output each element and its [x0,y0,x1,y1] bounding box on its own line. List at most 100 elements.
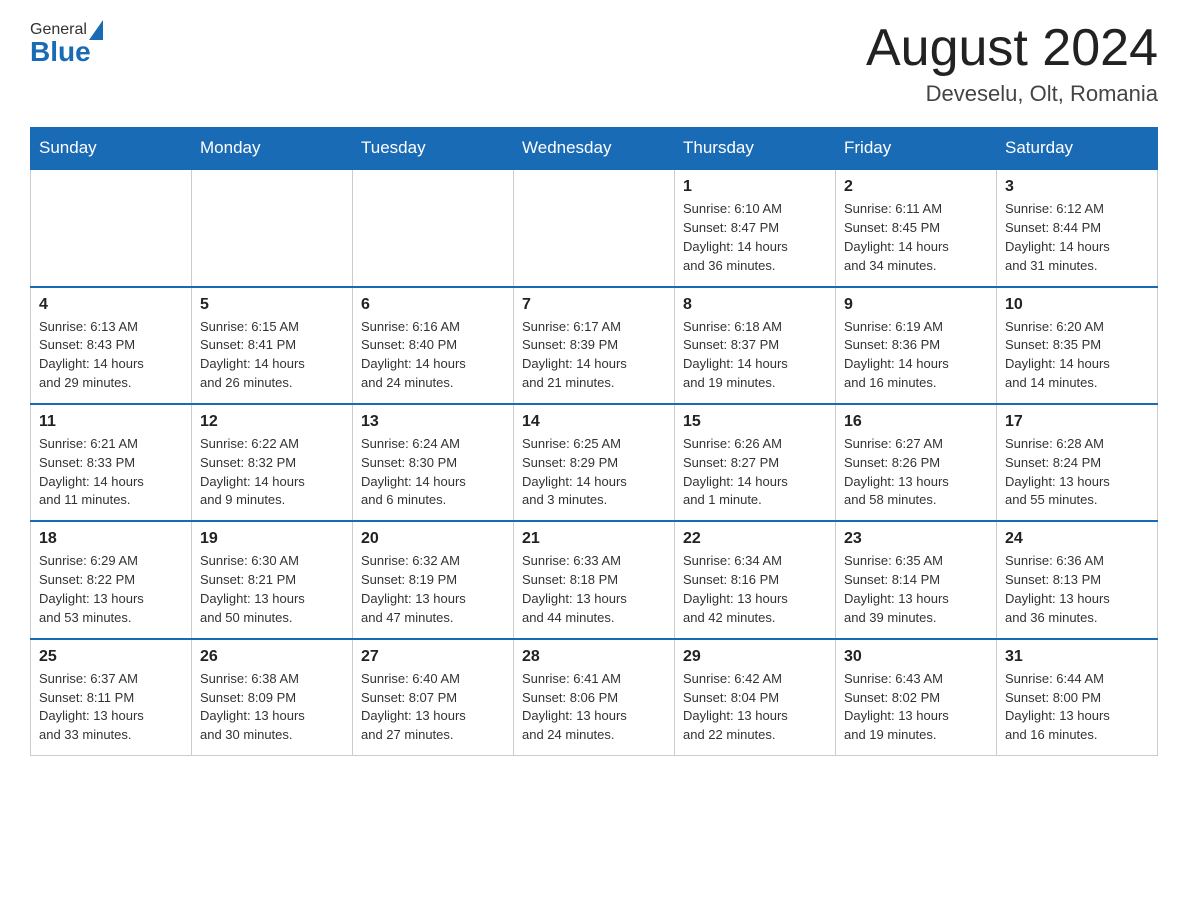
day-number: 29 [683,648,827,666]
calendar-cell: 28 Sunrise: 6:41 AM Sunset: 8:06 PM Dayli… [514,639,675,756]
calendar-cell: 4 Sunrise: 6:13 AM Sunset: 8:43 PM Daylig… [31,287,192,404]
calendar-cell [192,169,353,286]
day-info: Sunrise: 6:17 AM Sunset: 8:39 PM Dayligh… [522,318,666,393]
day-info: Sunrise: 6:21 AM Sunset: 8:33 PM Dayligh… [39,435,183,510]
day-info: Sunrise: 6:43 AM Sunset: 8:02 PM Dayligh… [844,670,988,745]
calendar-cell: 3 Sunrise: 6:12 AM Sunset: 8:44 PM Daylig… [997,169,1158,286]
day-number: 7 [522,296,666,314]
logo-triangle-icon [89,20,103,40]
calendar-cell: 13Sunrise: 6:24 AM Sunset: 8:30 PM Dayli… [353,404,514,521]
day-info: Sunrise: 6:20 AM Sunset: 8:35 PM Dayligh… [1005,318,1149,393]
day-info: Sunrise: 6:26 AM Sunset: 8:27 PM Dayligh… [683,435,827,510]
day-number: 8 [683,296,827,314]
day-info: Sunrise: 6:30 AM Sunset: 8:21 PM Dayligh… [200,552,344,627]
calendar-cell: 6 Sunrise: 6:16 AM Sunset: 8:40 PM Daylig… [353,287,514,404]
day-number: 23 [844,530,988,548]
calendar-table: SundayMondayTuesdayWednesdayThursdayFrid… [30,127,1158,756]
calendar-cell [353,169,514,286]
title-block: August 2024 Deveselu, Olt, Romania [866,20,1158,107]
day-number: 16 [844,413,988,431]
day-number: 30 [844,648,988,666]
day-info: Sunrise: 6:11 AM Sunset: 8:45 PM Dayligh… [844,200,988,275]
day-number: 28 [522,648,666,666]
day-number: 2 [844,178,988,196]
day-number: 31 [1005,648,1149,666]
day-number: 10 [1005,296,1149,314]
day-number: 20 [361,530,505,548]
day-number: 14 [522,413,666,431]
calendar-header-friday: Friday [836,128,997,170]
calendar-cell [31,169,192,286]
day-info: Sunrise: 6:33 AM Sunset: 8:18 PM Dayligh… [522,552,666,627]
day-info: Sunrise: 6:25 AM Sunset: 8:29 PM Dayligh… [522,435,666,510]
day-info: Sunrise: 6:15 AM Sunset: 8:41 PM Dayligh… [200,318,344,393]
day-number: 3 [1005,178,1149,196]
calendar-cell: 2 Sunrise: 6:11 AM Sunset: 8:45 PM Daylig… [836,169,997,286]
calendar-week-row: 1 Sunrise: 6:10 AM Sunset: 8:47 PM Daylig… [31,169,1158,286]
calendar-header-wednesday: Wednesday [514,128,675,170]
day-number: 24 [1005,530,1149,548]
day-number: 5 [200,296,344,314]
calendar-week-row: 4 Sunrise: 6:13 AM Sunset: 8:43 PM Daylig… [31,287,1158,404]
calendar-cell: 22Sunrise: 6:34 AM Sunset: 8:16 PM Dayli… [675,521,836,638]
calendar-cell: 16Sunrise: 6:27 AM Sunset: 8:26 PM Dayli… [836,404,997,521]
calendar-cell: 23Sunrise: 6:35 AM Sunset: 8:14 PM Dayli… [836,521,997,638]
calendar-cell: 18 Sunrise: 6:29 AM Sunset: 8:22 PM Dayli… [31,521,192,638]
calendar-cell: 5 Sunrise: 6:15 AM Sunset: 8:41 PM Daylig… [192,287,353,404]
day-info: Sunrise: 6:29 AM Sunset: 8:22 PM Dayligh… [39,552,183,627]
day-info: Sunrise: 6:12 AM Sunset: 8:44 PM Dayligh… [1005,200,1149,275]
calendar-cell: 1 Sunrise: 6:10 AM Sunset: 8:47 PM Daylig… [675,169,836,286]
calendar-cell: 11 Sunrise: 6:21 AM Sunset: 8:33 PM Dayli… [31,404,192,521]
day-number: 21 [522,530,666,548]
day-number: 27 [361,648,505,666]
calendar-cell: 30 Sunrise: 6:43 AM Sunset: 8:02 PM Dayli… [836,639,997,756]
day-number: 17 [1005,413,1149,431]
calendar-cell: 15 Sunrise: 6:26 AM Sunset: 8:27 PM Dayli… [675,404,836,521]
calendar-header-saturday: Saturday [997,128,1158,170]
day-info: Sunrise: 6:19 AM Sunset: 8:36 PM Dayligh… [844,318,988,393]
calendar-header-sunday: Sunday [31,128,192,170]
calendar-cell: 25Sunrise: 6:37 AM Sunset: 8:11 PM Dayli… [31,639,192,756]
day-info: Sunrise: 6:24 AM Sunset: 8:30 PM Dayligh… [361,435,505,510]
calendar-cell: 14 Sunrise: 6:25 AM Sunset: 8:29 PM Dayli… [514,404,675,521]
day-number: 26 [200,648,344,666]
logo: General Blue [30,20,105,66]
location: Deveselu, Olt, Romania [866,81,1158,107]
day-number: 11 [39,413,183,431]
calendar-cell: 24 Sunrise: 6:36 AM Sunset: 8:13 PM Dayli… [997,521,1158,638]
calendar-cell: 7 Sunrise: 6:17 AM Sunset: 8:39 PM Daylig… [514,287,675,404]
calendar-cell: 21 Sunrise: 6:33 AM Sunset: 8:18 PM Dayli… [514,521,675,638]
month-title: August 2024 [866,20,1158,77]
day-info: Sunrise: 6:41 AM Sunset: 8:06 PM Dayligh… [522,670,666,745]
calendar-cell [514,169,675,286]
calendar-cell: 17 Sunrise: 6:28 AM Sunset: 8:24 PM Dayli… [997,404,1158,521]
day-info: Sunrise: 6:28 AM Sunset: 8:24 PM Dayligh… [1005,435,1149,510]
day-info: Sunrise: 6:16 AM Sunset: 8:40 PM Dayligh… [361,318,505,393]
day-number: 18 [39,530,183,548]
day-info: Sunrise: 6:10 AM Sunset: 8:47 PM Dayligh… [683,200,827,275]
day-info: Sunrise: 6:36 AM Sunset: 8:13 PM Dayligh… [1005,552,1149,627]
day-number: 12 [200,413,344,431]
calendar-cell: 12 Sunrise: 6:22 AM Sunset: 8:32 PM Dayli… [192,404,353,521]
day-info: Sunrise: 6:34 AM Sunset: 8:16 PM Dayligh… [683,552,827,627]
day-info: Sunrise: 6:22 AM Sunset: 8:32 PM Dayligh… [200,435,344,510]
day-info: Sunrise: 6:32 AM Sunset: 8:19 PM Dayligh… [361,552,505,627]
day-number: 15 [683,413,827,431]
calendar-header-row: SundayMondayTuesdayWednesdayThursdayFrid… [31,128,1158,170]
calendar-cell: 20 Sunrise: 6:32 AM Sunset: 8:19 PM Dayli… [353,521,514,638]
calendar-week-row: 11 Sunrise: 6:21 AM Sunset: 8:33 PM Dayli… [31,404,1158,521]
day-info: Sunrise: 6:13 AM Sunset: 8:43 PM Dayligh… [39,318,183,393]
day-number: 6 [361,296,505,314]
day-info: Sunrise: 6:38 AM Sunset: 8:09 PM Dayligh… [200,670,344,745]
page-header: General Blue August 2024 Deveselu, Olt, … [30,20,1158,107]
calendar-cell: 8Sunrise: 6:18 AM Sunset: 8:37 PM Daylig… [675,287,836,404]
calendar-cell: 31Sunrise: 6:44 AM Sunset: 8:00 PM Dayli… [997,639,1158,756]
logo-blue-text: Blue [30,38,91,66]
day-number: 4 [39,296,183,314]
day-number: 1 [683,178,827,196]
day-info: Sunrise: 6:37 AM Sunset: 8:11 PM Dayligh… [39,670,183,745]
calendar-cell: 10 Sunrise: 6:20 AM Sunset: 8:35 PM Dayli… [997,287,1158,404]
calendar-cell: 27Sunrise: 6:40 AM Sunset: 8:07 PM Dayli… [353,639,514,756]
day-number: 19 [200,530,344,548]
calendar-cell: 9Sunrise: 6:19 AM Sunset: 8:36 PM Daylig… [836,287,997,404]
